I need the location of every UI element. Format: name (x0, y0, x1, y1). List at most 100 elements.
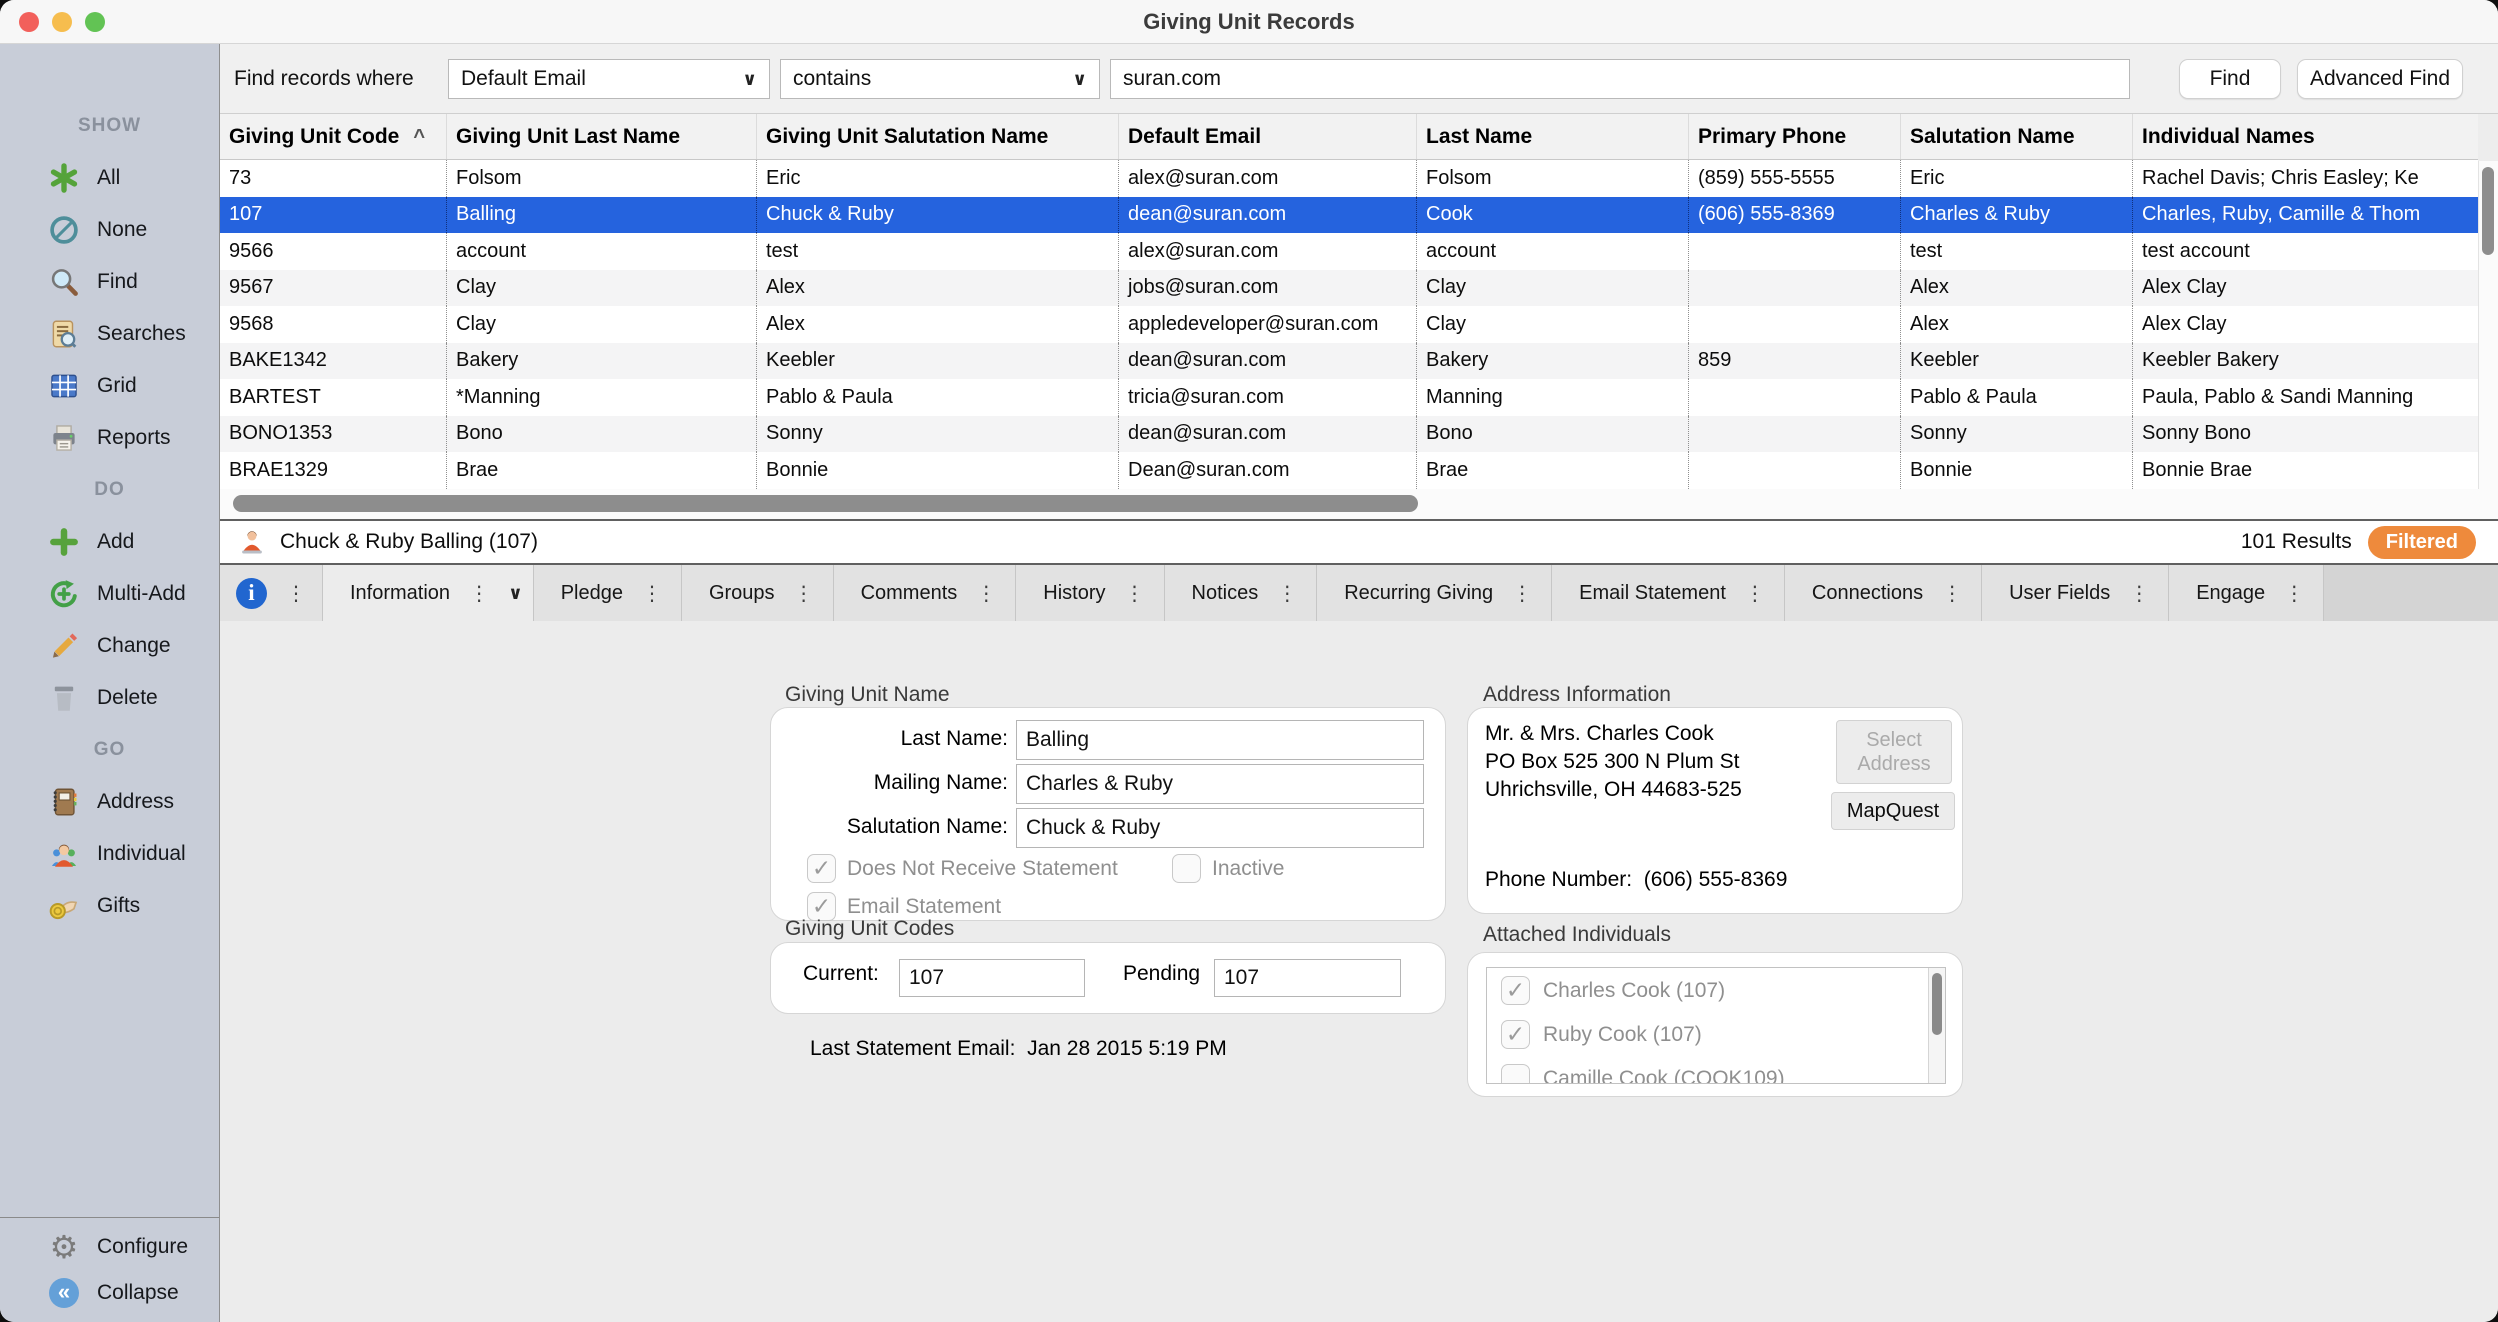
advanced-find-button[interactable]: Advanced Find (2297, 59, 2463, 99)
table-cell: Bono (446, 416, 756, 453)
close-window-button[interactable] (19, 12, 39, 32)
sidebar-item-delete[interactable]: Delete (0, 672, 219, 724)
tab-label: Engage (2196, 582, 2265, 605)
tab-comments[interactable]: Comments (834, 565, 1017, 621)
sidebar-item-reports[interactable]: Reports (0, 412, 219, 464)
tab-pledge[interactable]: Pledge (534, 565, 682, 621)
column-header-label: Individual Names (2142, 125, 2315, 149)
tab-user-fields[interactable]: User Fields (1982, 565, 2169, 621)
table-cell: account (446, 233, 756, 270)
tab-menu-dots-icon[interactable] (469, 581, 489, 606)
tab-history[interactable]: History (1016, 565, 1164, 621)
tab-menu-dots-icon[interactable] (1745, 581, 1765, 606)
table-row[interactable]: 107BallingChuck & Rubydean@suran.comCook… (220, 197, 2478, 234)
column-header-giving-unit-last-name[interactable]: Giving Unit Last Name (446, 114, 756, 159)
form-field-input-last-name-[interactable] (1016, 720, 1424, 760)
column-header-primary-phone[interactable]: Primary Phone (1688, 114, 1900, 159)
sidebar-item-configure[interactable]: Configure (0, 1224, 219, 1270)
table-cell: BONO1353 (220, 416, 446, 453)
field-select[interactable]: Default Email (448, 59, 770, 99)
record-info-cell (220, 565, 323, 621)
tab-menu-dots-icon[interactable] (794, 581, 814, 606)
table-row[interactable]: 9566accounttestalex@suran.comaccounttest… (220, 233, 2478, 270)
table-row[interactable]: 73FolsomEricalex@suran.comFolsom(859) 55… (220, 160, 2478, 197)
sidebar-item-multi-add[interactable]: Multi-Add (0, 568, 219, 620)
current-code-input[interactable] (899, 959, 1085, 997)
mapquest-button[interactable]: MapQuest (1831, 792, 1955, 830)
sidebar-item-find[interactable]: Find (0, 256, 219, 308)
vertical-scrollbar[interactable] (2478, 161, 2498, 489)
tab-menu-dots-icon[interactable] (976, 581, 996, 606)
table-row[interactable]: 9567ClayAlexjobs@suran.comClayAlexAlex C… (220, 270, 2478, 307)
tab-menu-dots-icon[interactable] (1512, 581, 1532, 606)
attached-list-scrollbar[interactable] (1928, 968, 1945, 1083)
tab-recurring-giving[interactable]: Recurring Giving (1317, 565, 1552, 621)
table-row[interactable]: BRAE1329BraeBonnieDean@suran.comBraeBonn… (220, 452, 2478, 489)
table-row[interactable]: 9568ClayAlexappledeveloper@suran.comClay… (220, 306, 2478, 343)
table-cell: appledeveloper@suran.com (1118, 306, 1416, 343)
tab-engage[interactable]: Engage (2169, 565, 2324, 621)
tab-groups[interactable]: Groups (682, 565, 834, 621)
find-button[interactable]: Find (2179, 59, 2281, 99)
info-menu-dots-icon[interactable] (286, 581, 306, 606)
table-cell: Keebler Bakery (2132, 343, 2478, 380)
form-field-label: Mailing Name: (771, 771, 1008, 795)
table-cell: 9568 (220, 306, 446, 343)
table-cell: 9566 (220, 233, 446, 270)
tab-menu-dots-icon[interactable] (2284, 581, 2304, 606)
tab-connections[interactable]: Connections (1785, 565, 1982, 621)
column-header-default-email[interactable]: Default Email (1118, 114, 1416, 159)
sidebar-item-grid[interactable]: Grid (0, 360, 219, 412)
sidebar-item-individual[interactable]: Individual (0, 828, 219, 880)
column-header-salutation-name[interactable]: Salutation Name (1900, 114, 2132, 159)
operator-select[interactable]: contains (780, 59, 1100, 99)
sidebar-item-add[interactable]: Add (0, 516, 219, 568)
attached-individual-label: Ruby Cook (107) (1543, 1023, 1702, 1047)
search-input[interactable] (1123, 60, 2117, 98)
sidebar-item-address[interactable]: Address (0, 776, 219, 828)
sidebar-item-label: Configure (97, 1235, 188, 1259)
column-header-last-name[interactable]: Last Name (1416, 114, 1688, 159)
address-line-1: Mr. & Mrs. Charles Cook (1485, 720, 1742, 748)
sidebar-item-collapse[interactable]: Collapse (0, 1270, 219, 1316)
tab-menu-dots-icon[interactable] (1942, 581, 1962, 606)
vertical-scrollbar-thumb[interactable] (2482, 167, 2494, 255)
table-cell: tricia@suran.com (1118, 379, 1416, 416)
sidebar-item-gifts[interactable]: Gifts (0, 880, 219, 932)
table-row[interactable]: BARTEST*ManningPablo & Paulatricia@suran… (220, 379, 2478, 416)
column-header-individual-names[interactable]: Individual Names (2132, 114, 2478, 159)
table-row[interactable]: BAKE1342BakeryKeeblerdean@suran.comBaker… (220, 343, 2478, 380)
minimize-window-button[interactable] (52, 12, 72, 32)
sidebar-item-change[interactable]: Change (0, 620, 219, 672)
horizontal-scrollbar-thumb[interactable] (233, 495, 1418, 512)
filtered-badge[interactable]: Filtered (2368, 526, 2476, 559)
tab-notices[interactable]: Notices (1165, 565, 1318, 621)
horizontal-scrollbar[interactable] (220, 489, 2498, 519)
checkbox-unchecked-icon (1172, 854, 1201, 883)
tab-information[interactable]: Information (323, 565, 534, 621)
address-book-icon (46, 784, 82, 820)
form-field-input-salutation-name-[interactable] (1016, 808, 1424, 848)
zoom-window-button[interactable] (85, 12, 105, 32)
form-field-input-mailing-name-[interactable] (1016, 764, 1424, 804)
tab-menu-dots-icon[interactable] (642, 581, 662, 606)
none-slash-icon (46, 212, 82, 248)
table-cell: Folsom (446, 160, 756, 197)
giving-unit-name-group: Last Name:Mailing Name:Salutation Name: … (770, 707, 1446, 921)
sidebar-item-searches[interactable]: Searches (0, 308, 219, 360)
table-row[interactable]: BONO1353BonoSonnydean@suran.comBonoSonny… (220, 416, 2478, 453)
column-header-giving-unit-salutation-name[interactable]: Giving Unit Salutation Name (756, 114, 1118, 159)
tab-menu-dots-icon[interactable] (1277, 581, 1297, 606)
column-header-giving-unit-code[interactable]: Giving Unit Code (220, 114, 446, 159)
searches-document-icon (46, 316, 82, 352)
tab-menu-dots-icon[interactable] (2129, 581, 2149, 606)
tab-menu-dots-icon[interactable] (1125, 581, 1145, 606)
info-icon[interactable] (236, 578, 267, 609)
pending-code-input[interactable] (1214, 959, 1401, 997)
attached-list-scrollbar-thumb[interactable] (1932, 973, 1942, 1035)
field-select-value: Default Email (461, 67, 586, 91)
information-tab-content: Giving Unit Name Last Name:Mailing Name:… (220, 621, 2498, 1322)
sidebar-item-none[interactable]: None (0, 204, 219, 256)
tab-email-statement[interactable]: Email Statement (1552, 565, 1785, 621)
sidebar-item-all[interactable]: All (0, 152, 219, 204)
